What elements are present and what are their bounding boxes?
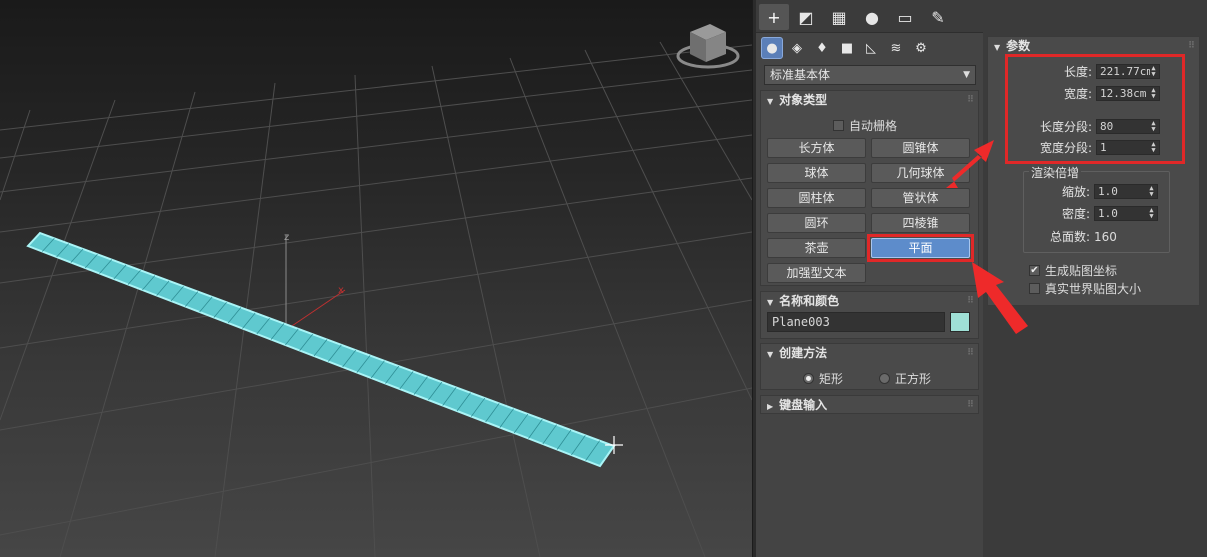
annotation-overlay xyxy=(946,140,1028,334)
red-arrow-up-icon xyxy=(946,140,994,188)
red-arrow-left-icon xyxy=(972,262,1028,334)
